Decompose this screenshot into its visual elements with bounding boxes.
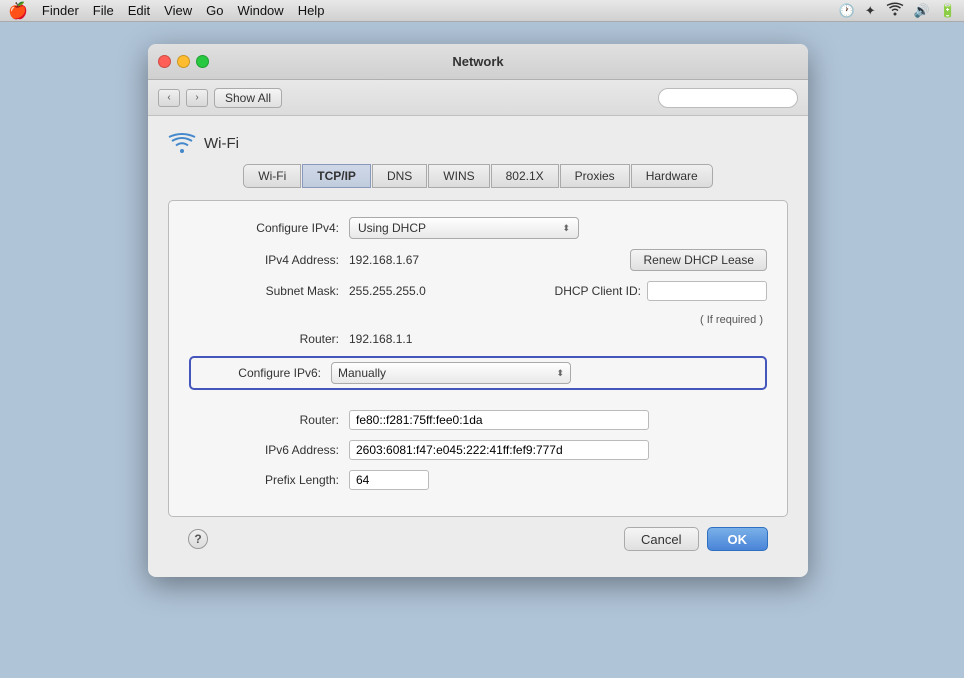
ipv6-dropdown-arrow-icon: ⬍ bbox=[556, 368, 564, 379]
battery-icon: 🔋 bbox=[940, 3, 956, 19]
wifi-status-icon bbox=[886, 2, 904, 19]
menu-go[interactable]: Go bbox=[206, 3, 223, 18]
window-toolbar: ‹ › Show All bbox=[148, 80, 808, 116]
tab-hardware[interactable]: Hardware bbox=[631, 164, 713, 188]
menubar-status-items: 🕐 ✦ 🔊 🔋 bbox=[839, 2, 956, 19]
network-window: Network ‹ › Show All Wi-Fi Wi-Fi TCP/IP bbox=[148, 44, 808, 577]
tab-wifi[interactable]: Wi-Fi bbox=[243, 164, 301, 188]
ipv4-address-value: 192.168.1.67 bbox=[349, 253, 630, 267]
tab-proxies[interactable]: Proxies bbox=[560, 164, 630, 188]
configure-ipv4-dropdown[interactable]: Using DHCP ⬍ bbox=[349, 217, 579, 239]
ipv4-address-label: IPv4 Address: bbox=[189, 253, 349, 267]
ipv6-config-box: Configure IPv6: Manually ⬍ bbox=[189, 356, 767, 390]
dhcp-client-id-label: DHCP Client ID: bbox=[555, 284, 641, 298]
tab-tcpip[interactable]: TCP/IP bbox=[302, 164, 371, 188]
tcpip-panel: Configure IPv4: Using DHCP ⬍ IPv4 Addres… bbox=[168, 200, 788, 517]
configure-ipv4-label: Configure IPv4: bbox=[189, 221, 349, 235]
if-required-note: ( If required ) bbox=[189, 311, 767, 326]
menu-finder[interactable]: Finder bbox=[42, 3, 79, 18]
wifi-label: Wi-Fi bbox=[204, 135, 239, 152]
tab-8021x[interactable]: 802.1X bbox=[491, 164, 559, 188]
configure-ipv4-value: Using DHCP bbox=[358, 221, 426, 235]
tab-wins[interactable]: WINS bbox=[428, 164, 489, 188]
menu-view[interactable]: View bbox=[164, 3, 192, 18]
apple-menu[interactable]: 🍎 bbox=[8, 1, 28, 21]
bluetooth-icon: ✦ bbox=[865, 3, 876, 19]
configure-ipv4-row: Configure IPv4: Using DHCP ⬍ bbox=[189, 217, 767, 239]
configure-ipv6-label: Configure IPv6: bbox=[201, 366, 331, 380]
wifi-icon bbox=[168, 132, 196, 154]
ipv6-router-input[interactable] bbox=[349, 410, 649, 430]
ipv6-address-row: IPv6 Address: bbox=[189, 440, 767, 460]
menu-file[interactable]: File bbox=[93, 3, 114, 18]
subnet-mask-label: Subnet Mask: bbox=[189, 284, 349, 298]
prefix-length-row: Prefix Length: bbox=[189, 470, 767, 490]
router-label: Router: bbox=[189, 332, 349, 346]
renew-dhcp-button[interactable]: Renew DHCP Lease bbox=[630, 249, 767, 271]
wifi-header: Wi-Fi bbox=[168, 132, 788, 154]
bottom-bar: ? Cancel OK bbox=[168, 517, 788, 561]
forward-button[interactable]: › bbox=[186, 89, 208, 107]
dropdown-arrow-icon: ⬍ bbox=[562, 223, 570, 234]
configure-ipv6-value: Manually bbox=[338, 366, 386, 380]
router-row: Router: 192.168.1.1 bbox=[189, 332, 767, 346]
router-value: 192.168.1.1 bbox=[349, 332, 412, 346]
dhcp-client-id-input[interactable] bbox=[647, 281, 767, 301]
show-all-button[interactable]: Show All bbox=[214, 88, 282, 108]
subnet-dhcp-row: Subnet Mask: 255.255.255.0 DHCP Client I… bbox=[189, 281, 767, 301]
ipv6-router-label: Router: bbox=[189, 413, 349, 427]
window-titlebar: Network bbox=[148, 44, 808, 80]
ok-button[interactable]: OK bbox=[707, 527, 769, 551]
ipv6-router-row: Router: bbox=[189, 410, 767, 430]
prefix-length-input[interactable] bbox=[349, 470, 429, 490]
bottom-buttons: Cancel OK bbox=[624, 527, 768, 551]
close-button[interactable] bbox=[158, 55, 171, 68]
ipv6-address-label: IPv6 Address: bbox=[189, 443, 349, 457]
window-title: Network bbox=[452, 54, 503, 69]
tab-dns[interactable]: DNS bbox=[372, 164, 427, 188]
help-button[interactable]: ? bbox=[188, 529, 208, 549]
configure-ipv6-highlighted-row: Configure IPv6: Manually ⬍ bbox=[189, 356, 767, 400]
ipv6-address-input[interactable] bbox=[349, 440, 649, 460]
menu-edit[interactable]: Edit bbox=[128, 3, 150, 18]
prefix-length-label: Prefix Length: bbox=[189, 473, 349, 487]
menubar: 🍎 Finder File Edit View Go Window Help 🕐… bbox=[0, 0, 964, 22]
minimize-button[interactable] bbox=[177, 55, 190, 68]
back-button[interactable]: ‹ bbox=[158, 89, 180, 107]
subnet-mask-value: 255.255.255.0 bbox=[349, 284, 555, 298]
tabs-row: Wi-Fi TCP/IP DNS WINS 802.1X Proxies Har… bbox=[168, 164, 788, 188]
if-required-text: ( If required ) bbox=[700, 314, 763, 326]
volume-icon: 🔊 bbox=[914, 3, 930, 19]
menu-help[interactable]: Help bbox=[298, 3, 325, 18]
search-input[interactable] bbox=[658, 88, 798, 108]
cancel-button[interactable]: Cancel bbox=[624, 527, 698, 551]
menu-window[interactable]: Window bbox=[237, 3, 283, 18]
clock-icon: 🕐 bbox=[839, 3, 855, 19]
traffic-lights bbox=[158, 55, 209, 68]
ipv4-address-row: IPv4 Address: 192.168.1.67 Renew DHCP Le… bbox=[189, 249, 767, 271]
window-content: Wi-Fi Wi-Fi TCP/IP DNS WINS 802.1X Proxi… bbox=[148, 116, 808, 577]
configure-ipv6-dropdown[interactable]: Manually ⬍ bbox=[331, 362, 571, 384]
maximize-button[interactable] bbox=[196, 55, 209, 68]
